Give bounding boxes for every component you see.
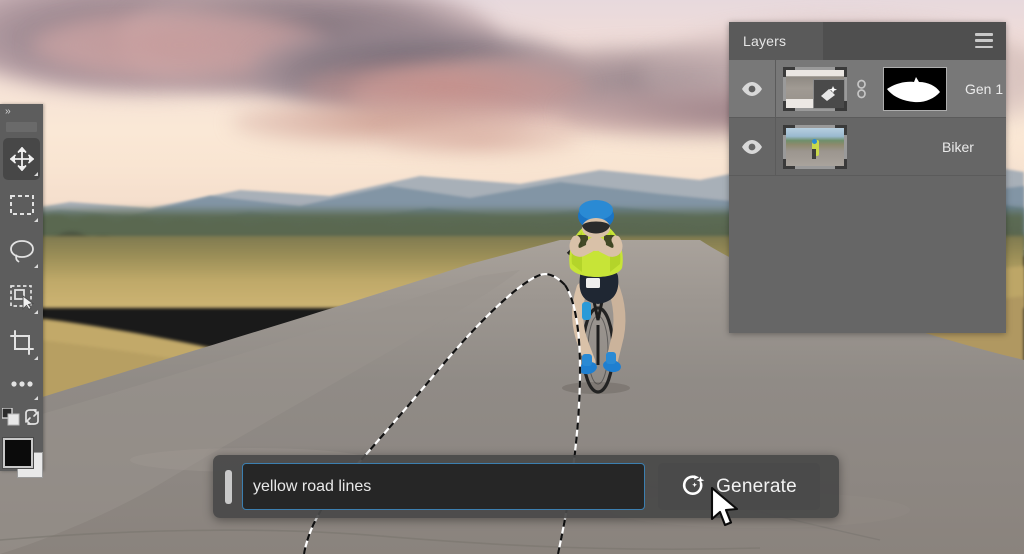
move-tool[interactable] bbox=[0, 136, 43, 182]
tool-group-indicator bbox=[34, 310, 38, 314]
contextual-taskbar[interactable]: yellow road lines Generate bbox=[213, 455, 839, 518]
mask-link-icon bbox=[856, 79, 867, 99]
prompt-input[interactable]: yellow road lines bbox=[242, 463, 645, 510]
generate-button-label: Generate bbox=[716, 476, 797, 498]
cyclist bbox=[520, 180, 670, 400]
crop-icon bbox=[9, 330, 35, 356]
crop-tool[interactable] bbox=[0, 320, 43, 366]
generative-badge-icon bbox=[819, 85, 839, 103]
layer-mask-thumbnail[interactable] bbox=[883, 67, 947, 111]
layer-thumbnail[interactable] bbox=[783, 125, 847, 169]
lasso-tool[interactable] bbox=[0, 228, 43, 274]
eye-icon bbox=[741, 140, 763, 154]
quick-mask-and-swap-row[interactable] bbox=[0, 402, 43, 432]
object-select-icon bbox=[9, 284, 35, 310]
foreground-color-swatch[interactable] bbox=[3, 438, 33, 468]
layer-mask-shape bbox=[884, 68, 946, 110]
tool-group-indicator bbox=[34, 218, 38, 222]
layer-row-gen-1[interactable]: Gen 1 bbox=[729, 60, 1006, 118]
generate-button[interactable]: Generate bbox=[658, 463, 820, 510]
layers-panel-title: Layers bbox=[729, 33, 786, 49]
link-icon[interactable] bbox=[855, 79, 867, 99]
more-tools[interactable] bbox=[0, 366, 43, 402]
taskbar-drag-handle[interactable] bbox=[225, 470, 232, 504]
tool-group-indicator bbox=[34, 264, 38, 268]
layer-thumbnail-image bbox=[786, 128, 844, 166]
layer-visibility-toggle[interactable] bbox=[729, 60, 776, 117]
tools-panel[interactable]: ›› bbox=[0, 104, 43, 471]
layers-panel[interactable]: Layers bbox=[729, 22, 1006, 333]
generative-fill-badge bbox=[813, 79, 845, 109]
rectangular-marquee-tool[interactable] bbox=[0, 182, 43, 228]
tool-group-indicator bbox=[34, 356, 38, 360]
layer-row-biker[interactable]: Biker bbox=[729, 118, 1006, 176]
prompt-input-value[interactable]: yellow road lines bbox=[243, 478, 371, 496]
layer-name[interactable]: Biker bbox=[942, 139, 974, 155]
object-selection-tool[interactable] bbox=[0, 274, 43, 320]
swap-colors-icon[interactable] bbox=[23, 408, 41, 426]
tool-group-indicator bbox=[34, 396, 38, 400]
tab-layers[interactable]: Layers bbox=[729, 22, 823, 60]
ellipsis-icon bbox=[9, 380, 35, 388]
default-colors-icon[interactable] bbox=[2, 408, 20, 426]
layer-name[interactable]: Gen 1 bbox=[965, 81, 1003, 97]
expand-panel-icon[interactable]: ›› bbox=[0, 104, 43, 120]
eye-icon bbox=[741, 82, 763, 96]
photoshop-window: ›› bbox=[0, 0, 1024, 554]
marquee-icon bbox=[9, 194, 35, 216]
generative-fill-sparkle-icon bbox=[681, 474, 707, 500]
layer-visibility-toggle[interactable] bbox=[729, 118, 776, 175]
toolbar-drag-strip[interactable] bbox=[6, 122, 37, 132]
layer-thumbnail[interactable] bbox=[783, 67, 847, 111]
layers-panel-header: Layers bbox=[729, 22, 1006, 60]
move-icon bbox=[9, 146, 35, 172]
tool-group-indicator bbox=[34, 172, 38, 176]
color-swatches[interactable] bbox=[0, 432, 43, 484]
hamburger-menu-icon[interactable] bbox=[975, 33, 993, 48]
lasso-icon bbox=[9, 238, 35, 264]
